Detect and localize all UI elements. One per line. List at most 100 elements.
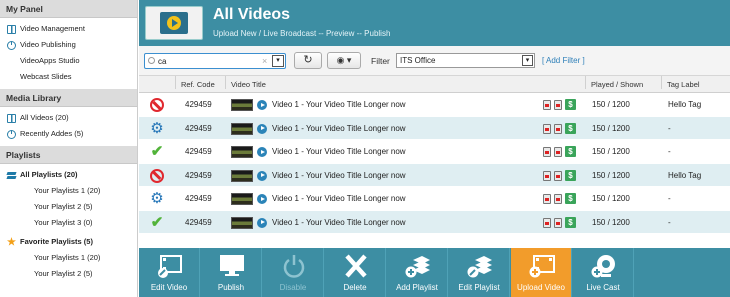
lock-icon[interactable] xyxy=(543,123,551,134)
sidebar-item-video-publishing[interactable]: Video Publishing xyxy=(0,37,137,53)
play-icon[interactable] xyxy=(257,170,267,181)
add-playlist-button[interactable]: Add Playlist xyxy=(387,248,448,297)
play-icon[interactable] xyxy=(257,217,267,228)
add-playlist-label: Add Playlist xyxy=(396,283,438,292)
refresh-button[interactable]: ↻ xyxy=(294,52,322,69)
lock-icon[interactable] xyxy=(554,194,562,204)
lock-icon[interactable] xyxy=(554,170,562,181)
play-icon[interactable] xyxy=(257,100,267,110)
videos-table: Ref. Code Video Title Played / Shown Tag… xyxy=(139,76,730,234)
price-badge[interactable]: $ xyxy=(565,146,576,157)
video-thumbnail[interactable] xyxy=(231,146,253,158)
video-thumbnail[interactable] xyxy=(231,193,253,205)
search-dropdown-button[interactable]: ▾ xyxy=(272,55,284,67)
price-badge[interactable]: $ xyxy=(565,99,576,110)
upload-video-button[interactable]: Upload Video xyxy=(511,248,572,297)
add-filter-link[interactable]: [ Add Filter ] xyxy=(542,56,585,65)
publish-button[interactable]: Publish xyxy=(201,248,262,297)
video-title[interactable]: Video 1 - Your Video Title Longer now xyxy=(272,140,406,163)
tag-label: - xyxy=(668,123,671,133)
sidebar-item-label: Your Playlist 2 (5) xyxy=(34,202,93,211)
table-row[interactable]: ✔ 429459 Video 1 - Your Video Title Longer… xyxy=(139,210,730,234)
lock-icon[interactable] xyxy=(554,217,562,228)
search-icon xyxy=(148,57,155,64)
column-played-shown[interactable]: Played / Shown xyxy=(591,76,643,93)
live-cast-button[interactable]: Live Cast xyxy=(573,248,634,297)
lock-icon[interactable] xyxy=(543,100,551,110)
video-thumbnail[interactable] xyxy=(231,169,253,182)
table-row[interactable]: 429459 Video 1 - Your Video Title Longer … xyxy=(139,93,730,117)
ref-code: 429459 xyxy=(185,147,212,156)
table-row[interactable]: ✔ 429459 Video 1 - Your Video Title Longer… xyxy=(139,140,730,164)
video-title[interactable]: Video 1 - Your Video Title Longer now xyxy=(272,117,406,140)
price-badge[interactable]: $ xyxy=(565,193,576,204)
check-icon: ✔ xyxy=(150,143,164,160)
sidebar-item-label: Favorite Playlists (5) xyxy=(20,237,93,246)
column-tag-label[interactable]: Tag Label xyxy=(667,76,700,93)
table-header: Ref. Code Video Title Played / Shown Tag… xyxy=(139,76,730,93)
play-icon[interactable] xyxy=(257,123,267,134)
price-badge[interactable]: $ xyxy=(565,169,576,181)
video-thumbnail[interactable] xyxy=(231,99,253,111)
edit-video-button[interactable]: Edit Video xyxy=(139,248,200,297)
ref-code: 429459 xyxy=(185,194,212,203)
edit-playlist-button[interactable]: Edit Playlist xyxy=(449,248,510,297)
column-ref-code[interactable]: Ref. Code xyxy=(181,76,215,93)
lock-icon[interactable] xyxy=(554,100,562,110)
tag-label: Hello Tag xyxy=(668,100,702,109)
clear-icon[interactable]: × xyxy=(262,55,267,67)
sidebar-item-video-management[interactable]: Video Management xyxy=(0,21,137,37)
sidebar-item-playlist[interactable]: Your Playlist 3 (0) xyxy=(0,215,137,231)
publish-label: Publish xyxy=(217,283,245,292)
disable-button[interactable]: Disable xyxy=(263,248,324,297)
ref-code: 429459 xyxy=(185,100,212,109)
stack-icon xyxy=(7,171,16,180)
table-row[interactable]: 429459 Video 1 - Your Video Title Longer … xyxy=(139,163,730,187)
lock-icon[interactable] xyxy=(543,170,551,181)
filter-select[interactable]: ITS Office ▾ xyxy=(396,53,535,68)
play-icon[interactable] xyxy=(257,194,267,204)
search-input[interactable] xyxy=(158,55,258,67)
sidebar-item-label: Your Playlist 2 (5) xyxy=(34,269,93,278)
table-row[interactable]: ⚙ 429459 Video 1 - Your Video Title Longer… xyxy=(139,187,730,211)
sidebar-item-playlist[interactable]: Your Playlist 2 (5) xyxy=(0,266,137,282)
lock-icon[interactable] xyxy=(554,123,562,134)
delete-button[interactable]: Delete xyxy=(325,248,386,297)
view-options-button[interactable]: ◉ ▾ xyxy=(327,52,361,69)
lock-icon[interactable] xyxy=(543,194,551,204)
played-shown: 150 / 1200 xyxy=(592,194,630,203)
table-row[interactable]: ⚙ 429459 Video 1 - Your Video Title Longer… xyxy=(139,116,730,140)
edit-video-icon xyxy=(158,255,182,278)
blocked-icon xyxy=(150,168,164,183)
play-icon[interactable] xyxy=(257,147,267,157)
upload-video-icon xyxy=(529,255,555,278)
price-badge[interactable]: $ xyxy=(565,122,576,134)
sidebar-item-favorite-playlists[interactable]: ★ Favorite Playlists (5) xyxy=(0,234,137,250)
sidebar-item-playlist[interactable]: Your Playlist 2 (5) xyxy=(0,199,137,215)
column-video-title[interactable]: Video Title xyxy=(231,76,266,93)
delete-label: Delete xyxy=(343,283,367,292)
add-playlist-icon xyxy=(405,256,430,278)
video-title[interactable]: Video 1 - Your Video Title Longer now xyxy=(272,93,406,116)
video-title[interactable]: Video 1 - Your Video Title Longer now xyxy=(272,164,406,187)
sidebar-item-playlist[interactable]: Your Playlists 1 (20) xyxy=(0,183,137,199)
price-badge[interactable]: $ xyxy=(565,216,576,228)
lock-icon[interactable] xyxy=(543,217,551,228)
edit-playlist-label: Edit Playlist xyxy=(458,283,500,292)
lock-icon[interactable] xyxy=(554,147,562,157)
sidebar-item-playlist[interactable]: Your Playlists 1 (20) xyxy=(0,250,137,266)
video-thumbnail[interactable] xyxy=(231,122,253,135)
video-title[interactable]: Video 1 - Your Video Title Longer now xyxy=(272,187,406,210)
sidebar-item-all-videos[interactable]: All Videos (20) xyxy=(0,110,137,126)
page-title: All Videos xyxy=(213,6,291,23)
sidebar-item-videoapps-studio[interactable]: VideoApps Studio xyxy=(0,53,137,69)
sidebar-item-label: Your Playlists 1 (20) xyxy=(34,186,101,195)
sidebar-item-label: All Playlists (20) xyxy=(20,170,78,179)
video-title[interactable]: Video 1 - Your Video Title Longer now xyxy=(272,211,406,234)
sidebar-item-webcast-slides[interactable]: Webcast Slides xyxy=(0,69,137,85)
video-thumbnail[interactable] xyxy=(231,216,253,229)
lock-icon[interactable] xyxy=(543,147,551,157)
toolbar: × ▾ ↻ ◉ ▾ Filter ITS Office ▾ [ Add Filt… xyxy=(139,46,730,76)
sidebar-item-all-playlists[interactable]: All Playlists (20) xyxy=(0,167,137,183)
sidebar-item-recently-added[interactable]: Recently Addes (5) xyxy=(0,126,137,142)
